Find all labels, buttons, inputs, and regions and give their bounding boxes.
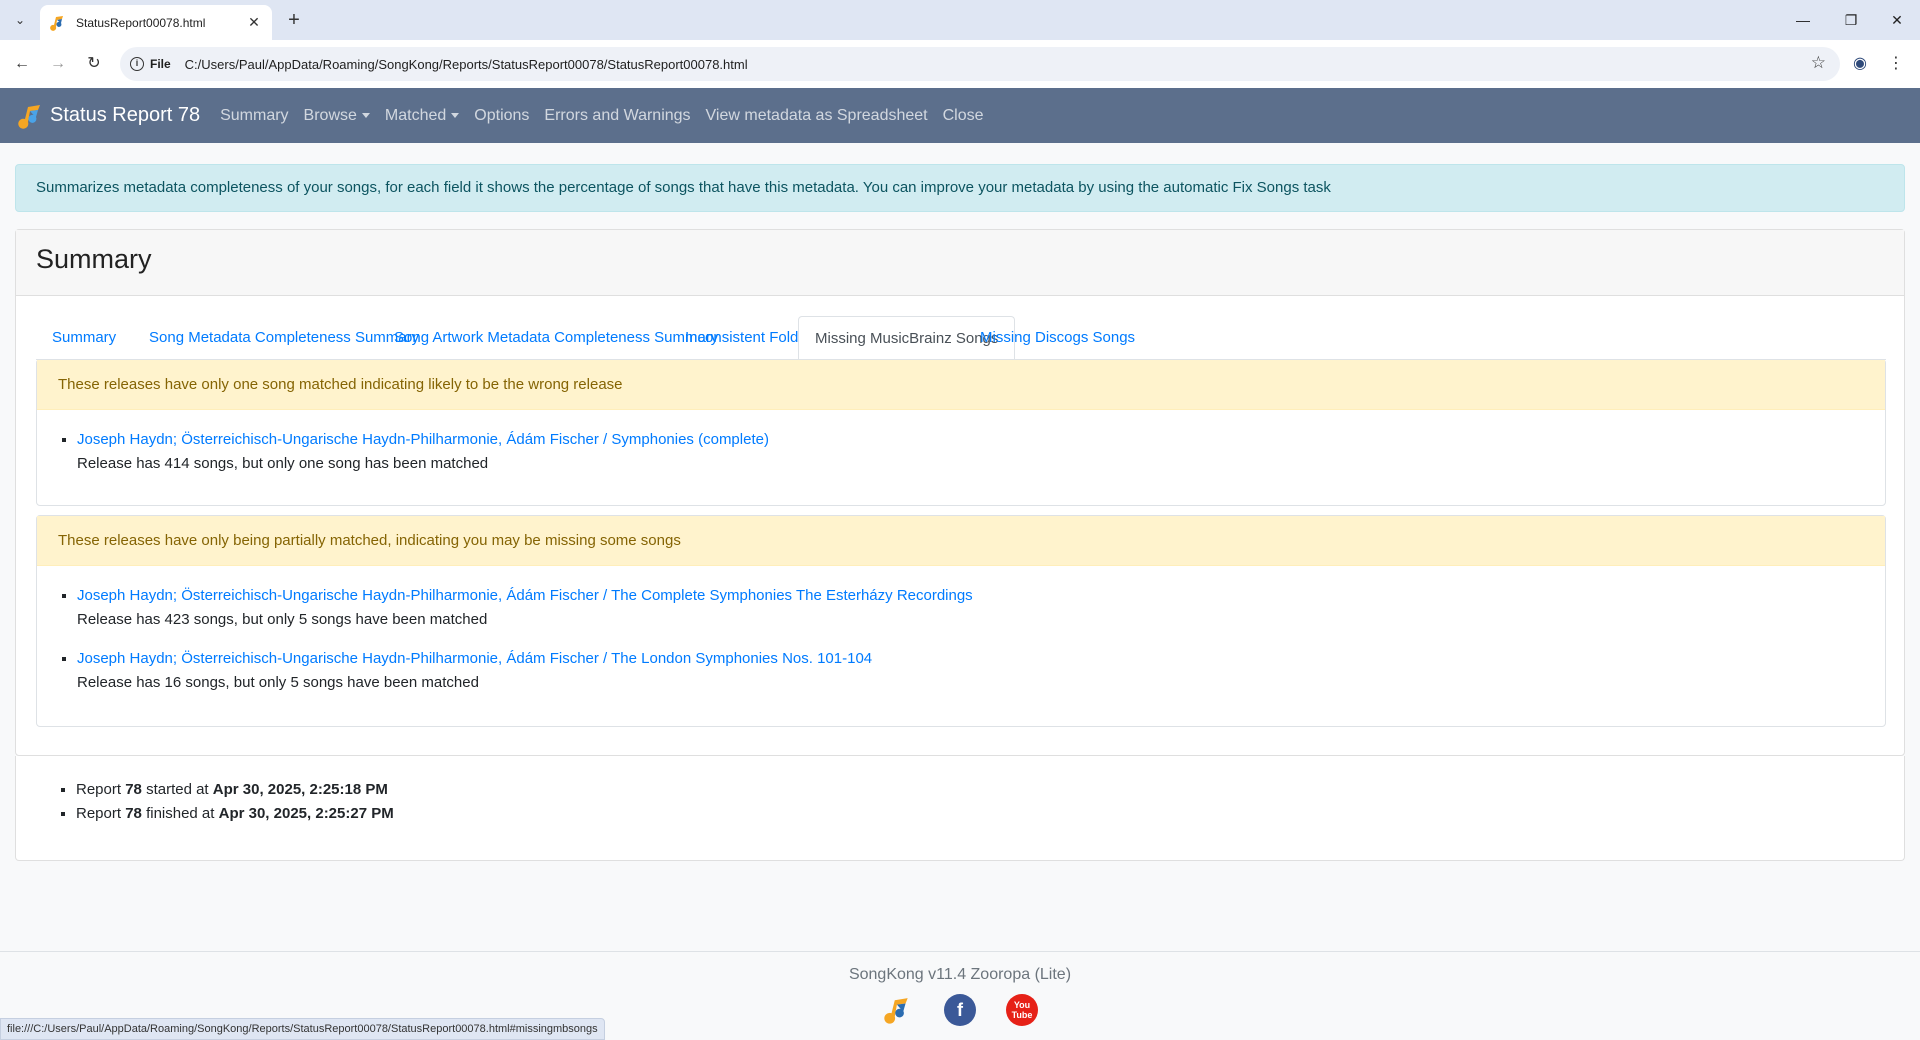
tab-search-icon[interactable]: ⌄: [8, 8, 32, 32]
version-text: SongKong v11.4 Zooropa (Lite): [848, 966, 1072, 983]
release-link[interactable]: Joseph Haydn; Österreichisch-Ungarische …: [77, 428, 1885, 452]
release-list: Joseph Haydn; Österreichisch-Ungarische …: [37, 584, 1885, 695]
panel-heading: These releases have only being partially…: [37, 516, 1885, 566]
back-icon[interactable]: ←: [10, 52, 34, 76]
report-word: Report: [76, 805, 122, 822]
facebook-icon[interactable]: f: [944, 994, 976, 1026]
card-title: Summary: [16, 230, 1904, 296]
bookmark-star-icon[interactable]: ☆: [1811, 53, 1826, 73]
started-label: started at: [146, 781, 209, 798]
release-link[interactable]: Joseph Haydn; Österreichisch-Ungarische …: [77, 584, 1885, 608]
report-finished-item: Report 78 finished at Apr 30, 2025, 2:25…: [76, 802, 1904, 826]
nav-browse-dropdown[interactable]: Browse: [304, 107, 370, 125]
list-item: Joseph Haydn; Österreichisch-Ungarische …: [77, 428, 1885, 476]
nav-errors-warnings[interactable]: Errors and Warnings: [544, 107, 690, 125]
report-times-list: Report 78 started at Apr 30, 2025, 2:25:…: [16, 778, 1904, 826]
url-scheme-label: File: [150, 57, 171, 71]
profile-icon[interactable]: ◉: [1848, 52, 1872, 76]
list-item: Joseph Haydn; Österreichisch-Ungarische …: [77, 584, 1885, 632]
panel-heading: These releases have only one song matche…: [37, 360, 1885, 410]
finished-label: finished at: [146, 805, 215, 822]
release-link[interactable]: Joseph Haydn; Österreichisch-Ungarische …: [77, 647, 1885, 671]
address-bar[interactable]: i File C:/Users/Paul/AppData/Roaming/Son…: [120, 47, 1840, 81]
youtube-icon[interactable]: You Tube: [1006, 994, 1038, 1026]
nav-close[interactable]: Close: [943, 107, 984, 125]
nav-matched-label: Matched: [384, 106, 447, 124]
browser-tabstrip: ⌄ StatusReport00078.html ✕ + — ❐ ✕: [0, 0, 1920, 40]
navbar-brand[interactable]: Status Report 78: [18, 103, 200, 129]
brand-title: Status Report 78: [50, 104, 201, 126]
finished-at: Apr 30, 2025, 2:25:27 PM: [218, 805, 394, 822]
tab-missing-discogs-songs[interactable]: Missing Discogs Songs: [964, 316, 1151, 360]
reload-icon[interactable]: ↻: [82, 52, 106, 76]
report-word: Report: [76, 781, 122, 798]
report-number: 78: [125, 805, 142, 822]
new-tab-icon[interactable]: +: [282, 9, 306, 31]
started-at: Apr 30, 2025, 2:25:18 PM: [212, 781, 388, 798]
nav-browse-label: Browse: [303, 106, 357, 124]
songkong-icon[interactable]: [882, 994, 914, 1026]
songkong-favicon-icon: [50, 15, 63, 31]
nav-view-spreadsheet[interactable]: View metadata as Spreadsheet: [706, 107, 928, 125]
release-description: Release has 16 songs, but only 5 songs h…: [77, 674, 479, 691]
app-navbar: Status Report 78 Summary Browse Matched …: [0, 88, 1920, 143]
report-tabs: Summary Song Metadata Completeness Summa…: [36, 316, 1886, 361]
menu-kebab-icon[interactable]: ⋮: [1884, 52, 1908, 76]
tab-summary[interactable]: Summary: [36, 316, 132, 360]
window-close-icon[interactable]: ✕: [1874, 6, 1920, 34]
minimize-icon[interactable]: —: [1780, 6, 1826, 34]
partial-match-panel: These releases have only being partially…: [36, 515, 1886, 727]
tab-close-icon[interactable]: ✕: [246, 14, 262, 31]
release-description: Release has 414 songs, but only one song…: [77, 455, 489, 472]
browser-toolbar: ← → ↻ i File C:/Users/Paul/AppData/Roami…: [0, 40, 1920, 88]
report-number: 78: [125, 781, 142, 798]
release-description: Release has 423 songs, but only 5 songs …: [77, 611, 488, 628]
nav-matched-dropdown[interactable]: Matched: [384, 106, 460, 125]
songkong-logo-icon: [884, 998, 908, 1024]
caret-down-icon: [361, 112, 370, 118]
nav-options[interactable]: Options: [474, 107, 529, 125]
songkong-logo-icon: [18, 104, 40, 129]
single-match-panel: These releases have only one song matche…: [36, 359, 1886, 506]
report-times-card: Report 78 started at Apr 30, 2025, 2:25:…: [15, 756, 1905, 861]
list-item: Joseph Haydn; Österreichisch-Ungarische …: [77, 647, 1885, 695]
report-started-item: Report 78 started at Apr 30, 2025, 2:25:…: [76, 778, 1904, 802]
release-list: Joseph Haydn; Österreichisch-Ungarische …: [37, 428, 1885, 476]
restore-icon[interactable]: ❐: [1828, 6, 1874, 34]
tab-title: StatusReport00078.html: [76, 15, 206, 30]
forward-icon[interactable]: →: [46, 52, 70, 76]
browser-tab[interactable]: StatusReport00078.html ✕: [40, 5, 272, 40]
url-text[interactable]: C:/Users/Paul/AppData/Roaming/SongKong/R…: [185, 57, 748, 72]
summary-card: Summary Summary Song Metadata Completene…: [15, 229, 1905, 756]
caret-down-icon: [451, 112, 460, 118]
status-bar-url: file:///C:/Users/Paul/AppData/Roaming/So…: [0, 1018, 605, 1040]
info-alert: Summarizes metadata completeness of your…: [15, 164, 1905, 212]
nav-summary[interactable]: Summary: [220, 107, 288, 125]
info-icon[interactable]: i: [130, 57, 144, 71]
